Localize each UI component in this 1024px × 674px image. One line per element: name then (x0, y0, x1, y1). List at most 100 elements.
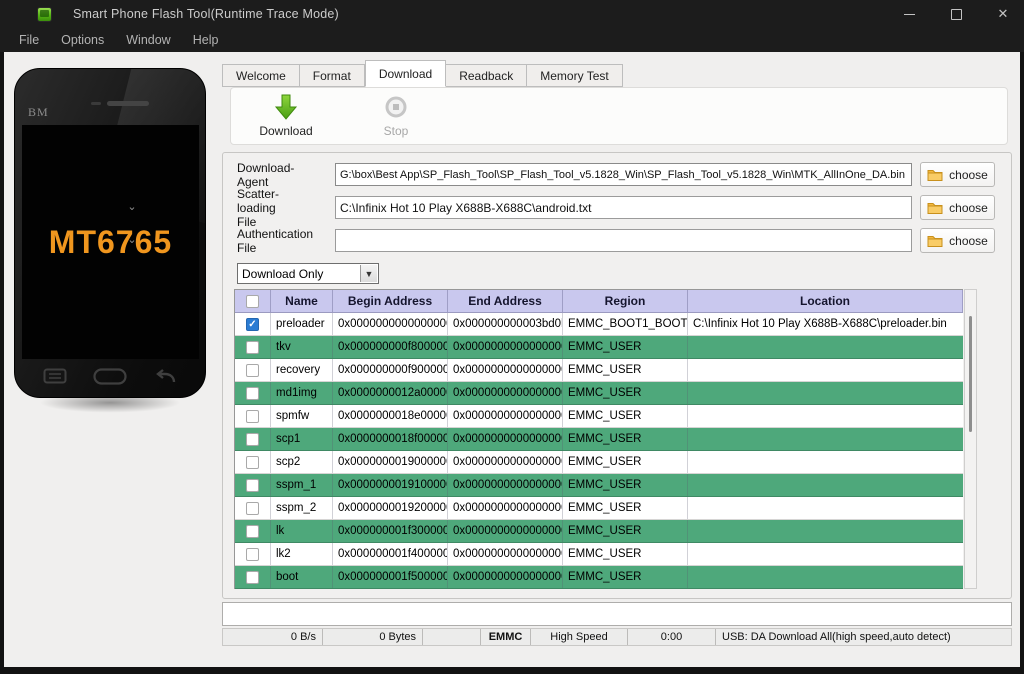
table-cell (235, 336, 271, 358)
table-row[interactable]: tkv0x000000000f8000000x0000000000000000E… (235, 336, 963, 359)
status-usb-speed: High Speed (531, 629, 628, 645)
table-cell: EMMC_USER (563, 566, 688, 588)
scatter-dropdown-icon[interactable]: ⌄ (123, 198, 141, 215)
scatter-file-input[interactable] (335, 196, 912, 219)
table-row[interactable]: sspm_20x00000000192000000x00000000000000… (235, 497, 963, 520)
row-checkbox[interactable] (246, 456, 259, 469)
table-cell (235, 520, 271, 542)
table-cell: 0x0000000000000000 (448, 520, 563, 542)
table-row[interactable]: sspm_10x00000000191000000x00000000000000… (235, 474, 963, 497)
mode-select[interactable]: Download Only ▼ (237, 263, 379, 284)
row-checkbox[interactable] (246, 341, 259, 354)
table-cell: 0x0000000000000000 (448, 382, 563, 404)
maximize-icon[interactable] (949, 7, 963, 21)
table-cell: tkv (271, 336, 333, 358)
table-cell (688, 451, 963, 473)
row-checkbox[interactable] (246, 502, 259, 515)
row-checkbox[interactable] (246, 318, 259, 331)
auth-file-label: Authentication File (237, 227, 313, 255)
table-cell: 0x0000000000000000 (448, 428, 563, 450)
tab-welcome[interactable]: Welcome (222, 64, 300, 87)
menu-file[interactable]: File (8, 33, 50, 47)
table-cell: 0x0000000000000000 (448, 497, 563, 519)
tab-download[interactable]: Download (365, 60, 446, 87)
phone-speaker-icon (107, 101, 149, 106)
table-cell: 0x0000000000000000 (448, 405, 563, 427)
table-cell: scp2 (271, 451, 333, 473)
download-button[interactable]: Download (231, 88, 341, 144)
auth-dropdown-icon[interactable]: ⌄ (123, 231, 141, 248)
menu-options[interactable]: Options (50, 33, 115, 47)
table-row[interactable]: recovery0x000000000f9000000x000000000000… (235, 359, 963, 382)
row-checkbox[interactable] (246, 387, 259, 400)
table-cell (235, 497, 271, 519)
table-row[interactable]: boot0x000000001f5000000x0000000000000000… (235, 566, 963, 589)
app-icon (37, 7, 52, 22)
table-cell: 0x0000000000000000 (448, 336, 563, 358)
table-cell (688, 474, 963, 496)
tab-format[interactable]: Format (300, 64, 365, 87)
row-checkbox[interactable] (246, 571, 259, 584)
close-icon[interactable]: ✕ (996, 7, 1010, 21)
row-checkbox[interactable] (246, 525, 259, 538)
row-checkbox[interactable] (246, 548, 259, 561)
table-cell: lk (271, 520, 333, 542)
row-checkbox[interactable] (246, 364, 259, 377)
download-agent-choose-button[interactable]: choose (920, 162, 995, 187)
row-checkbox[interactable] (246, 433, 259, 446)
table-cell (235, 359, 271, 381)
table-cell: EMMC_USER (563, 428, 688, 450)
stop-button[interactable]: Stop (341, 88, 451, 144)
table-row[interactable]: lk20x000000001f4000000x0000000000000000E… (235, 543, 963, 566)
table-row[interactable]: preloader0x00000000000000000x00000000000… (235, 313, 963, 336)
menu-help[interactable]: Help (182, 33, 230, 47)
chipset-label: MT6765 (49, 224, 172, 261)
table-cell: C:\Infinix Hot 10 Play X688B-X688C\prelo… (688, 313, 963, 335)
download-agent-input[interactable] (335, 163, 912, 186)
table-cell: 0x0000000019000000 (333, 451, 448, 473)
scatter-file-choose-button[interactable]: choose (920, 195, 995, 220)
column-header-begin[interactable]: Begin Address (333, 290, 448, 312)
table-cell: EMMC_USER (563, 520, 688, 542)
table-cell: EMMC_USER (563, 405, 688, 427)
table-row[interactable]: scp20x00000000190000000x0000000000000000… (235, 451, 963, 474)
tab-memory-test[interactable]: Memory Test (527, 64, 622, 87)
minimize-icon[interactable] (902, 7, 916, 21)
table-cell: 0x0000000000000000 (448, 451, 563, 473)
menu-window[interactable]: Window (115, 33, 181, 47)
phone-home-icon (93, 368, 127, 385)
tab-readback[interactable]: Readback (446, 64, 527, 87)
table-cell: boot (271, 566, 333, 588)
table-cell: EMMC_USER (563, 543, 688, 565)
table-cell: recovery (271, 359, 333, 381)
tab-bar: Welcome Format Download Readback Memory … (222, 60, 623, 87)
row-checkbox[interactable] (246, 410, 259, 423)
auth-file-input[interactable] (335, 229, 912, 252)
column-header-end[interactable]: End Address (448, 290, 563, 312)
table-row[interactable]: spmfw0x0000000018e000000x000000000000000… (235, 405, 963, 428)
mode-select-value: Download Only (242, 267, 323, 281)
table-scrollbar[interactable] (964, 289, 977, 589)
table-cell (688, 543, 963, 565)
auth-file-choose-button[interactable]: choose (920, 228, 995, 253)
row-checkbox[interactable] (246, 479, 259, 492)
table-cell: 0x000000000f900000 (333, 359, 448, 381)
table-row[interactable]: lk0x000000001f3000000x0000000000000000EM… (235, 520, 963, 543)
status-usb-mode: USB: DA Download All(high speed,auto det… (716, 629, 1011, 645)
phone-illustration: BM MT6765 (14, 68, 206, 398)
stop-icon (383, 94, 409, 121)
folder-icon (927, 201, 943, 214)
phone-shadow (10, 398, 210, 424)
table-cell: 0x0000000000000000 (448, 474, 563, 496)
column-header-region[interactable]: Region (563, 290, 688, 312)
table-cell (688, 428, 963, 450)
toolbar: Download Stop (230, 87, 1008, 145)
column-header-name[interactable]: Name (271, 290, 333, 312)
mode-select-arrow-icon[interactable]: ▼ (360, 265, 377, 282)
table-row[interactable]: md1img0x0000000012a000000x00000000000000… (235, 382, 963, 405)
table-cell: EMMC_BOOT1_BOOT2 (563, 313, 688, 335)
column-header-location[interactable]: Location (688, 290, 963, 312)
table-row[interactable]: scp10x0000000018f000000x0000000000000000… (235, 428, 963, 451)
table-scrollbar-thumb[interactable] (969, 316, 972, 432)
select-all-checkbox[interactable] (246, 295, 259, 308)
